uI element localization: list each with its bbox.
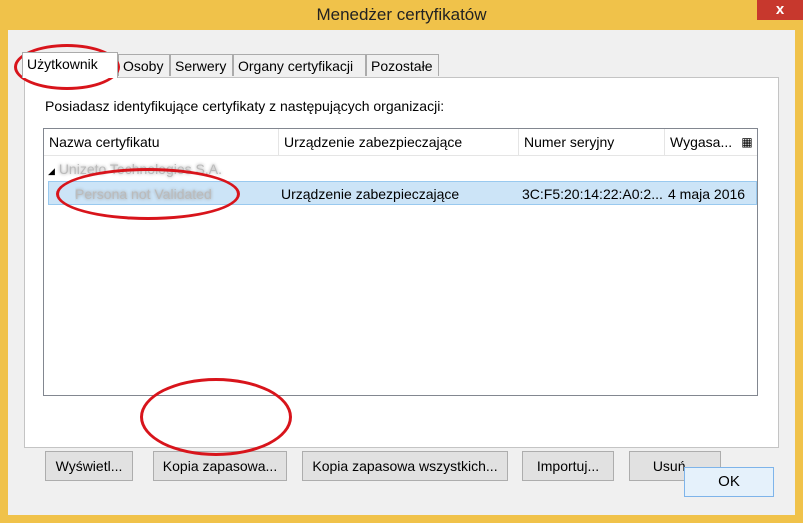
cell-serial: 3C:F5:20:14:22:A0:2... [522,186,663,202]
column-header-serial[interactable]: Numer seryjny [519,129,665,155]
tab-osoby[interactable]: Osoby [118,54,170,76]
tab-organy-certyfikacji[interactable]: Organy certyfikacji [233,54,366,76]
certificate-manager-window: Menedżer certyfikatów x Użytkownik Osoby… [0,0,803,523]
column-header-name[interactable]: Nazwa certyfikatu [44,129,279,155]
tree-group-row[interactable]: ◢ Unizeto Technologies S.A. [44,159,222,179]
group-name: Unizeto Technologies S.A. [58,161,222,177]
backup-all-button[interactable]: Kopia zapasowa wszystkich... [302,451,508,481]
tab-serwery[interactable]: Serwery [170,54,233,76]
tab-panel: Posiadasz identyfikujące certyfikaty z n… [24,77,779,481]
expand-toggle-icon[interactable]: ◢ [48,166,55,176]
view-button[interactable]: Wyświetl... [45,451,133,481]
panel-description: Posiadasz identyfikujące certyfikaty z n… [45,98,445,114]
column-picker-icon[interactable]: ▦ [737,129,757,155]
backup-button[interactable]: Kopia zapasowa... [153,451,287,481]
dialog-client-area: Użytkownik Osoby Serwery Organy certyfik… [8,30,795,515]
window-title: Menedżer certyfikatów [316,5,487,24]
ok-button[interactable]: OK [684,467,774,497]
cell-device: Urządzenie zabezpieczające [281,186,460,202]
column-header-device[interactable]: Urządzenie zabezpieczające [279,129,519,155]
tab-pozostale[interactable]: Pozostałe [366,54,439,76]
close-button[interactable]: x [757,0,803,20]
table-row[interactable]: Persona not Validated Urządzenie zabezpi… [48,181,757,205]
import-button[interactable]: Importuj... [522,451,614,481]
title-bar: Menedżer certyfikatów x [0,0,803,30]
column-header-expires[interactable]: Wygasa... [665,129,739,155]
tab-uzytkownik[interactable]: Użytkownik [22,52,118,78]
certificate-tree[interactable]: Nazwa certyfikatu Urządzenie zabezpiecza… [43,128,758,396]
column-header: Nazwa certyfikatu Urządzenie zabezpiecza… [44,129,757,156]
cell-expires: 4 maja 2016 [668,186,746,202]
cell-name: Persona not Validated [75,186,212,202]
